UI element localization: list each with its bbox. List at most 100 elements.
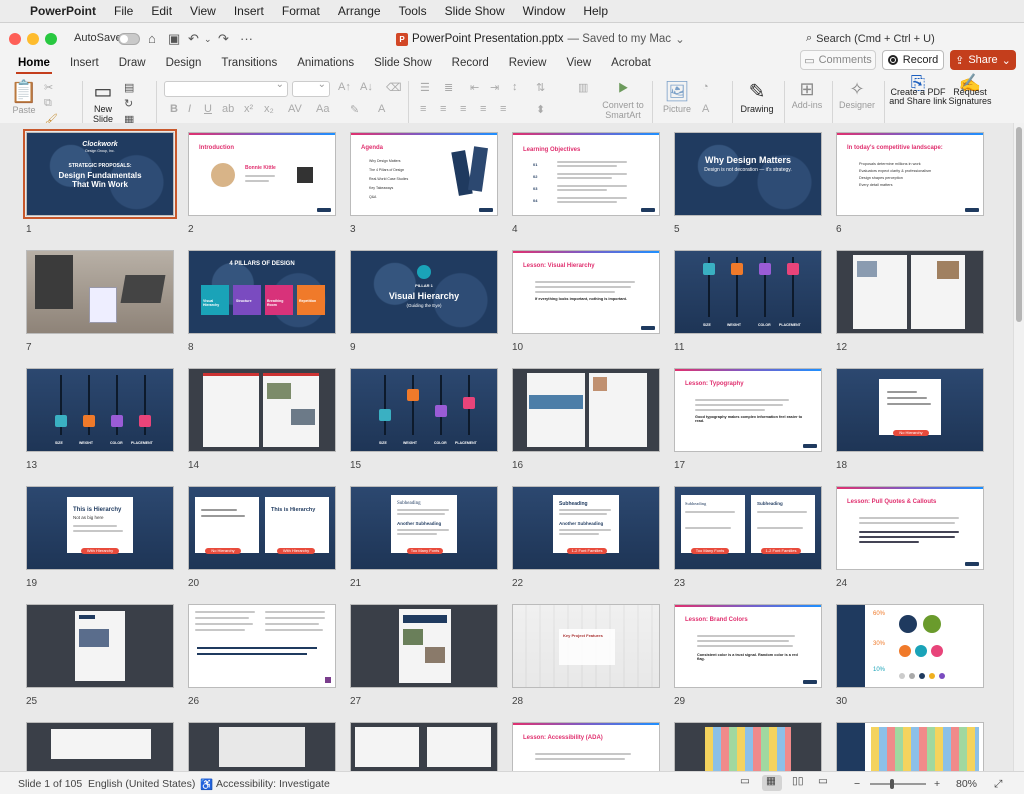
align-center-icon[interactable]: ≡ [440, 103, 446, 115]
new-slide-button[interactable]: ▭ New Slide [88, 79, 118, 124]
paste-button[interactable]: 📋 Paste [10, 79, 38, 115]
slide-thumbnail-35[interactable] [674, 722, 822, 771]
justify-icon[interactable]: ≡ [480, 103, 486, 115]
change-case-icon[interactable]: Aa [316, 103, 329, 115]
request-signatures-button[interactable]: ✍ Request Signatures [948, 74, 992, 106]
slide-thumbnail-2[interactable]: Introduction Bonnie Kittle [188, 132, 336, 216]
slide-thumbnail-13[interactable]: SIZE WEIGHT COLOR PLACEMENT [26, 368, 174, 452]
share-button[interactable]: ⇪ Share ⌄ [950, 50, 1016, 70]
highlight-icon[interactable]: ✎ [350, 103, 359, 116]
document-title[interactable]: P PowerPoint Presentation.pptx — Saved t… [396, 32, 685, 46]
subscript-icon[interactable]: x₂ [264, 103, 274, 115]
slide-thumbnail-30[interactable]: 60% 30% 10% [836, 604, 984, 688]
search-box[interactable]: ⌕ Search (Cmd + Ctrl + U) [806, 32, 935, 45]
slide-thumbnail-33[interactable] [350, 722, 498, 771]
columns-icon[interactable]: ▥ [578, 81, 588, 94]
slide-thumbnail-17[interactable]: Lesson: Typography Good typography makes… [674, 368, 822, 452]
slide-thumbnail-3[interactable]: Agenda Why Design Matters The 4 Pillars … [350, 132, 498, 216]
close-window-button[interactable] [9, 33, 21, 45]
tab-record[interactable]: Record [442, 57, 499, 69]
decrease-font-icon[interactable]: A↓ [360, 81, 373, 93]
slide-thumbnail-29[interactable]: Lesson: Brand Colors Consistent color is… [674, 604, 822, 688]
font-size-select[interactable] [292, 79, 330, 97]
reading-view-button[interactable]: ▯▯ [788, 775, 808, 791]
indent-icon[interactable]: ⇥ [490, 81, 499, 94]
slide-show-button[interactable]: ▭ [814, 775, 834, 791]
slide-thumbnail-28[interactable]: Key Project Features [512, 604, 660, 688]
accessibility-status[interactable]: Accessibility: Investigate [216, 778, 330, 790]
slide-thumbnail-36[interactable] [836, 722, 984, 771]
outdent-icon[interactable]: ⇤ [470, 81, 479, 94]
fit-to-window-icon[interactable]: ⤢ [994, 778, 1002, 791]
align-text-icon[interactable]: ⬍ [536, 103, 545, 116]
slide-thumbnail-26[interactable] [188, 604, 336, 688]
slide-thumbnail-14[interactable] [188, 368, 336, 452]
slide-thumbnail-32[interactable] [188, 722, 336, 771]
zoom-out-icon[interactable]: − [854, 778, 860, 790]
slide-thumbnail-7[interactable] [26, 250, 174, 334]
zoom-in-icon[interactable]: + [934, 778, 940, 790]
zoom-level[interactable]: 80% [956, 778, 977, 790]
align-left-icon[interactable]: ≡ [420, 103, 426, 115]
home-icon[interactable]: ⌂ [148, 31, 156, 46]
language-indicator[interactable]: English (United States) [88, 778, 195, 790]
tab-home[interactable]: Home [8, 57, 60, 74]
drawing-button[interactable]: ✎ Drawing [736, 79, 778, 114]
menu-arrange[interactable]: Arrange [338, 4, 381, 18]
slide-thumbnail-5[interactable]: Why Design Matters Design is not decorat… [674, 132, 822, 216]
save-icon[interactable]: ▣ [168, 31, 180, 47]
slide-thumbnail-10[interactable]: Lesson: Visual Hierarchy If everything l… [512, 250, 660, 334]
slide-thumbnail-11[interactable]: SIZE WEIGHT COLOR PLACEMENT [674, 250, 822, 334]
char-spacing-icon[interactable]: AV [288, 103, 302, 115]
maximize-window-button[interactable] [45, 33, 57, 45]
copy-icon[interactable]: ⧉ [44, 97, 52, 110]
slide-thumbnail-20[interactable]: This is Hierarchy No Hierarchy With Hier… [188, 486, 336, 570]
slide-thumbnail-6[interactable]: In today's competitive landscape: Propos… [836, 132, 984, 216]
numbering-icon[interactable]: ≣ [444, 81, 453, 94]
zoom-slider[interactable] [870, 783, 926, 785]
slide-thumbnail-27[interactable] [350, 604, 498, 688]
shapes-icon[interactable]: ◔ [702, 81, 709, 93]
italic-icon[interactable]: I [188, 103, 191, 115]
tab-transitions[interactable]: Transitions [211, 57, 287, 69]
slide-thumbnail-15[interactable]: SIZE WEIGHT COLOR PLACEMENT [350, 368, 498, 452]
scrollbar-thumb[interactable] [1016, 127, 1022, 322]
slide-sorter-view-button[interactable]: ▦ [762, 775, 782, 791]
superscript-icon[interactable]: x² [244, 103, 253, 115]
slide-thumbnail-12[interactable] [836, 250, 984, 334]
tab-slide-show[interactable]: Slide Show [364, 57, 442, 69]
menu-app-name[interactable]: PowerPoint [30, 4, 96, 18]
clear-format-icon[interactable]: ⌫ [386, 81, 402, 94]
redo-icon[interactable]: ↷ [218, 31, 229, 47]
strikethrough-icon[interactable]: ab [222, 103, 234, 115]
tab-review[interactable]: Review [499, 57, 557, 69]
menu-view[interactable]: View [190, 4, 216, 18]
menu-help[interactable]: Help [583, 4, 608, 18]
menu-edit[interactable]: Edit [151, 4, 172, 18]
slide-thumbnail-23[interactable]: Subheading Subheading Too Many Fonts 1-2… [674, 486, 822, 570]
reset-icon[interactable]: ↻ [124, 97, 133, 110]
slide-thumbnail-4[interactable]: Learning Objectives 01 02 03 04 [512, 132, 660, 216]
cut-icon[interactable]: ✂ [44, 81, 53, 94]
normal-view-button[interactable]: ▭ [736, 775, 756, 791]
font-family-select[interactable] [164, 79, 288, 97]
font-color-icon[interactable]: A [378, 103, 385, 115]
menu-format[interactable]: Format [282, 4, 320, 18]
zoom-slider-knob[interactable] [890, 779, 894, 789]
bold-icon[interactable]: B [170, 103, 178, 115]
underline-icon[interactable]: U [204, 103, 212, 115]
tab-animations[interactable]: Animations [287, 57, 364, 69]
bullets-icon[interactable]: ☰ [420, 81, 430, 94]
slide-thumbnail-34[interactable]: Lesson: Accessibility (ADA) [512, 722, 660, 771]
slide-thumbnail-24[interactable]: Lesson: Pull Quotes & Callouts [836, 486, 984, 570]
distribute-icon[interactable]: ≡ [500, 103, 506, 115]
autosave-toggle[interactable] [118, 33, 140, 45]
convert-smartart-button[interactable]: ⯈ Convert to SmartArt [600, 79, 646, 120]
align-right-icon[interactable]: ≡ [460, 103, 466, 115]
undo-dropdown-icon[interactable]: ⌄ [204, 34, 212, 45]
more-commands-icon[interactable]: ··· [240, 31, 253, 46]
undo-icon[interactable]: ↶ [188, 31, 199, 47]
text-direction-icon[interactable]: ⇅ [536, 81, 545, 94]
menu-tools[interactable]: Tools [399, 4, 427, 18]
slide-thumbnail-9[interactable]: PILLAR 1 Visual Hierarchy (Guiding the E… [350, 250, 498, 334]
